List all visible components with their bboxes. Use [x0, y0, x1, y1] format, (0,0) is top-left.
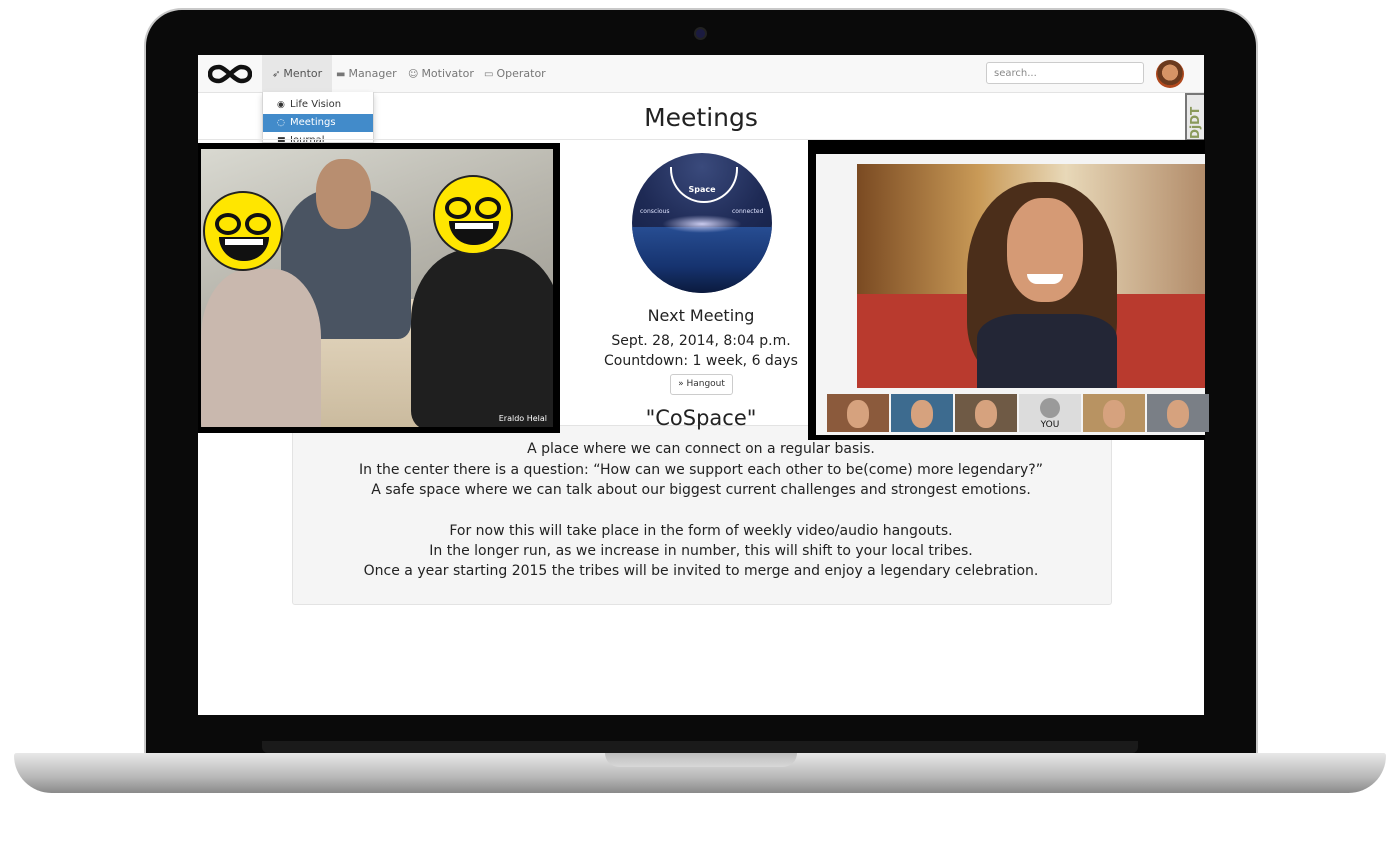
book-icon: ■ [277, 132, 290, 142]
description-line: A place where we can connect on a regula… [527, 441, 875, 457]
meeting-photo-image: Eraldo Helal [201, 149, 553, 427]
logo-left-label: conscious [640, 208, 670, 215]
laptop-notch [605, 753, 797, 767]
photo-person-head [316, 159, 371, 229]
webcam-icon [696, 29, 705, 38]
video-call: YOU [808, 140, 1209, 440]
participant-thumbnail[interactable] [891, 394, 953, 432]
smiley-face-icon [433, 175, 513, 255]
briefcase-icon: ▬ [336, 69, 346, 80]
participant-thumbnail[interactable] [1083, 394, 1145, 432]
participant-thumbnail[interactable] [827, 394, 889, 432]
photo-credit: Eraldo Helal [498, 414, 547, 423]
user-avatar[interactable] [1156, 60, 1184, 88]
smiley-icon: ☺ [408, 69, 419, 80]
infinity-logo-icon[interactable] [208, 63, 252, 85]
video-person-body [977, 314, 1117, 388]
hangout-button[interactable]: » Hangout [670, 374, 733, 395]
navbar: ➶ Mentor ▬ Manager ☺ Motivator ▭ Operator [198, 55, 1204, 93]
page-title: Meetings [644, 103, 758, 132]
participant-thumbnail-you[interactable]: YOU [1019, 394, 1081, 432]
nav-manager[interactable]: ▬ Manager [326, 55, 407, 92]
participant-strip: YOU [827, 394, 1209, 432]
you-label: YOU [1040, 420, 1060, 430]
dropdown-item-journal[interactable]: ■Journal [263, 132, 373, 142]
video-call-frame: YOU [816, 154, 1209, 435]
search-input[interactable] [986, 62, 1144, 84]
rocket-icon: ➶ [272, 69, 281, 80]
photo-person [411, 249, 553, 427]
description-line: A safe space where we can talk about our… [371, 482, 1031, 498]
cospace-logo: Space conscious connected [632, 153, 772, 293]
meeting-photo: Eraldo Helal [198, 143, 560, 433]
video-person-face [1007, 198, 1083, 302]
monitor-icon: ▭ [484, 69, 494, 80]
logo-glow [662, 215, 742, 233]
video-person-smile [1027, 274, 1063, 284]
video-main-feed [857, 164, 1205, 388]
description-line: Once a year starting 2015 the tribes wil… [363, 563, 1039, 579]
description-line: For now this will take place in the form… [449, 523, 953, 539]
photo-person [201, 269, 321, 427]
laptop-hinge [262, 741, 1138, 753]
participant-thumbnail[interactable] [1147, 394, 1209, 432]
description-line: In the longer run, as we increase in num… [429, 543, 973, 559]
description-line: In the center there is a question: “How … [359, 462, 1043, 478]
debug-toolbar-tab[interactable]: DjDT [1185, 93, 1204, 141]
logo-right-label: connected [732, 208, 764, 215]
nav-motivator[interactable]: ☺ Motivator [398, 55, 484, 92]
smiley-face-icon [203, 191, 283, 271]
nav-operator[interactable]: ▭ Operator [474, 55, 556, 92]
participant-thumbnail[interactable] [955, 394, 1017, 432]
logo-word: Space [688, 185, 716, 194]
logo-sea [632, 227, 772, 293]
nav-mentor[interactable]: ➶ Mentor [262, 55, 333, 92]
